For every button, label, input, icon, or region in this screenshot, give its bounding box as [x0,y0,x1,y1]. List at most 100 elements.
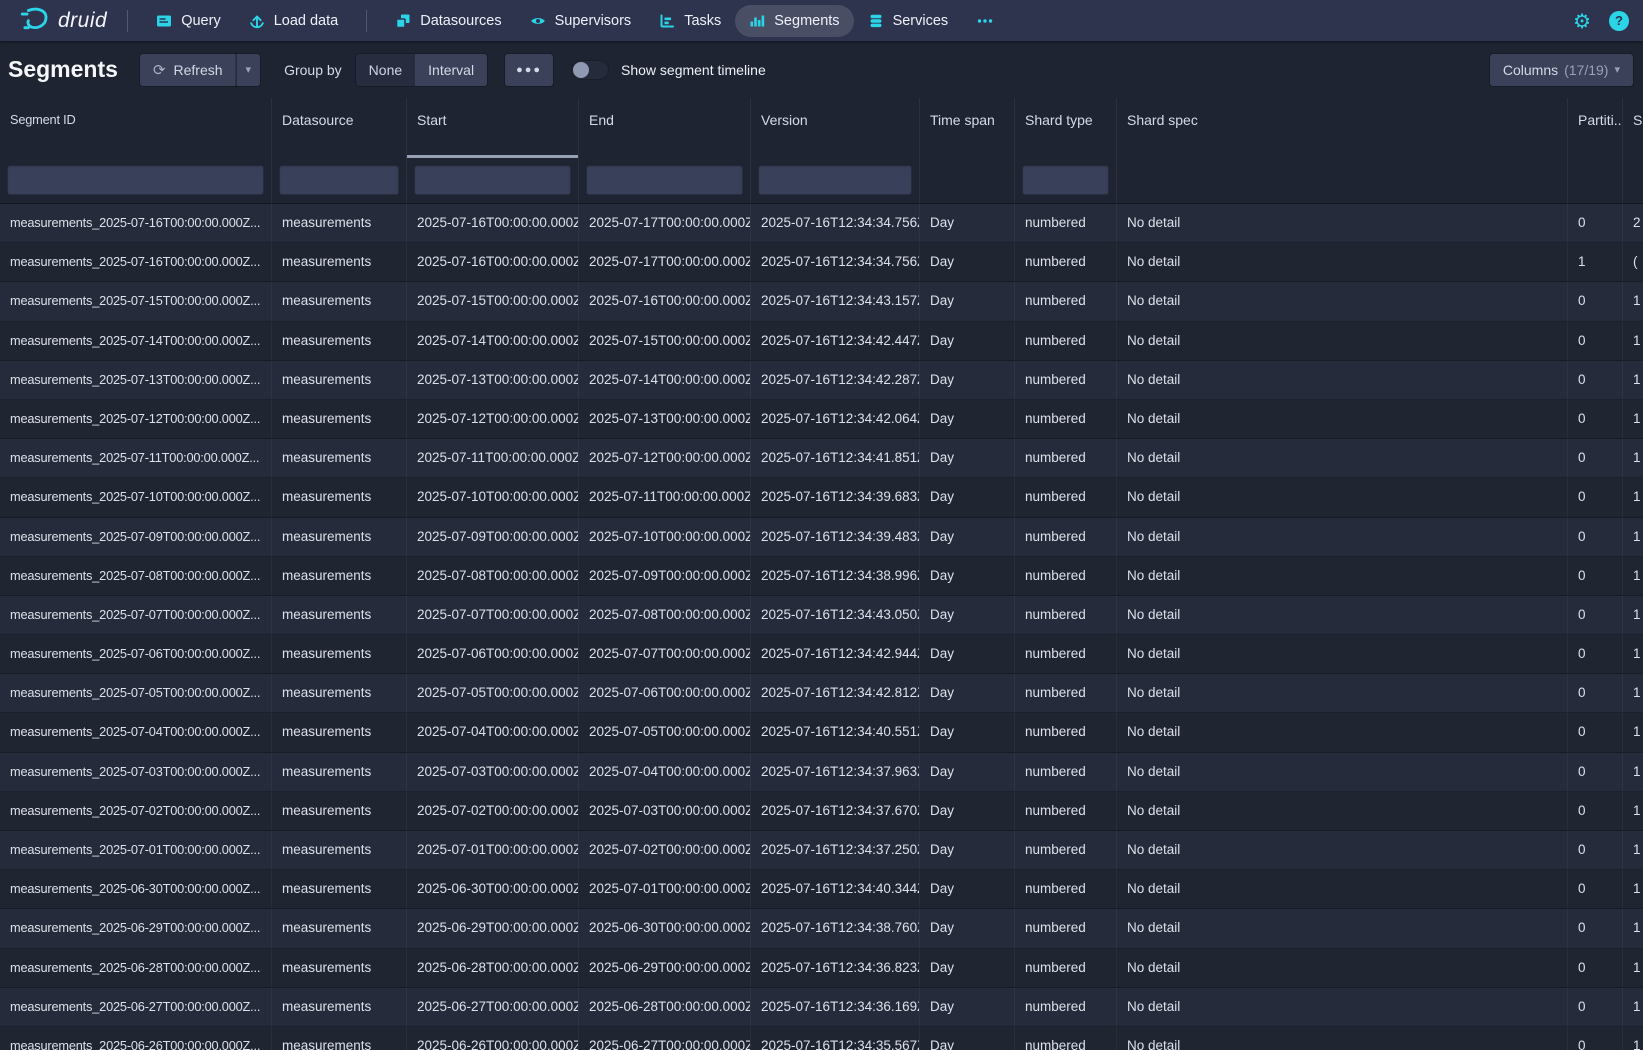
nav-more-menu[interactable] [962,5,1008,37]
column-header-partition[interactable]: Partiti... [1568,98,1623,158]
column-header-shard-type[interactable]: Shard type [1015,98,1117,158]
gear-icon[interactable]: ⚙ [1573,11,1591,31]
cell-shard-type: numbered [1015,204,1117,242]
table-row[interactable]: measurements_2025-07-16T00:00:00.000Z...… [0,204,1643,243]
cell-segment-id: measurements_2025-07-02T00:00:00.000Z... [0,792,272,830]
start-filter-input[interactable] [414,165,571,195]
services-icon [868,13,884,29]
table-row[interactable]: measurements_2025-07-12T00:00:00.000Z...… [0,400,1643,439]
cell-end: 2025-07-13T00:00:00.000Z [579,400,751,438]
cell-datasource: measurements [272,518,407,556]
version-filter-input[interactable] [758,165,912,195]
cell-datasource: measurements [272,1027,407,1050]
refresh-icon: ⟳ [153,61,166,79]
segment-timeline-toggle[interactable] [571,60,609,80]
cell-partition: 0 [1568,1027,1623,1050]
cell-shard-spec: No detail [1117,478,1568,516]
cell-time-span: Day [920,439,1015,477]
cell-shard-spec: No detail [1117,635,1568,673]
cell-shard-spec: No detail [1117,988,1568,1026]
column-header-datasource[interactable]: Datasource [272,98,407,158]
nav-item-segments[interactable]: Segments [735,5,853,37]
cell-time-span: Day [920,322,1015,360]
table-row[interactable]: measurements_2025-07-15T00:00:00.000Z...… [0,282,1643,321]
cell-end: 2025-07-12T00:00:00.000Z [579,439,751,477]
cell-shard-type: numbered [1015,518,1117,556]
cell-end: 2025-06-29T00:00:00.000Z [579,949,751,987]
column-header-segment-id[interactable]: Segment ID [0,98,272,158]
table-row[interactable]: measurements_2025-07-13T00:00:00.000Z...… [0,361,1643,400]
table-row[interactable]: measurements_2025-06-30T00:00:00.000Z...… [0,870,1643,909]
cell-size: 1 [1623,949,1643,987]
segment-id-filter-input[interactable] [7,165,264,195]
cell-partition: 0 [1568,909,1623,947]
cell-shard-type: numbered [1015,439,1117,477]
table-row[interactable]: measurements_2025-07-14T00:00:00.000Z...… [0,322,1643,361]
table-row[interactable]: measurements_2025-07-04T00:00:00.000Z...… [0,713,1643,752]
columns-picker-button[interactable]: Columns (17/19) ▾ [1490,54,1633,86]
more-options-button[interactable]: ●●● [505,54,553,86]
cell-partition: 0 [1568,674,1623,712]
cell-shard-spec: No detail [1117,282,1568,320]
datasource-filter-input[interactable] [279,165,399,195]
cell-shard-type: numbered [1015,713,1117,751]
table-row[interactable]: measurements_2025-07-01T00:00:00.000Z...… [0,831,1643,870]
table-row[interactable]: measurements_2025-07-05T00:00:00.000Z...… [0,674,1643,713]
table-row[interactable]: measurements_2025-06-29T00:00:00.000Z...… [0,909,1643,948]
cell-partition: 0 [1568,596,1623,634]
cell-size: 1 [1623,478,1643,516]
cell-datasource: measurements [272,282,407,320]
cell-shard-type: numbered [1015,557,1117,595]
table-row[interactable]: measurements_2025-07-08T00:00:00.000Z...… [0,557,1643,596]
nav-item-load-data[interactable]: Load data [235,5,353,37]
table-filter-row [0,158,1643,203]
nav-item-supervisors[interactable]: Supervisors [516,5,646,37]
nav-item-query[interactable]: Query [142,5,235,37]
column-header-shard-spec[interactable]: Shard spec [1117,98,1568,158]
cell-time-span: Day [920,713,1015,751]
column-header-version[interactable]: Version [751,98,920,158]
cell-start: 2025-06-27T00:00:00.000Z [407,988,579,1026]
table-row[interactable]: measurements_2025-06-26T00:00:00.000Z...… [0,1027,1643,1050]
table-row[interactable]: measurements_2025-07-11T00:00:00.000Z...… [0,439,1643,478]
column-header-time-span[interactable]: Time span [920,98,1015,158]
cell-time-span: Day [920,361,1015,399]
table-row[interactable]: measurements_2025-07-03T00:00:00.000Z...… [0,753,1643,792]
table-row[interactable]: measurements_2025-06-28T00:00:00.000Z...… [0,949,1643,988]
cell-version: 2025-07-16T12:34:39.483Z [751,518,920,556]
column-header-end[interactable]: End [579,98,751,158]
cell-partition: 0 [1568,792,1623,830]
druid-logo[interactable]: druid [14,4,113,37]
cell-end: 2025-07-10T00:00:00.000Z [579,518,751,556]
nav-item-tasks[interactable]: Tasks [645,5,735,37]
cell-size: 1 [1623,439,1643,477]
cell-time-span: Day [920,243,1015,281]
group-by-none-button[interactable]: None [356,54,415,86]
table-row[interactable]: measurements_2025-07-07T00:00:00.000Z...… [0,596,1643,635]
nav-item-datasources[interactable]: Datasources [381,5,515,37]
cell-partition: 0 [1568,557,1623,595]
nav-item-services[interactable]: Services [854,5,963,37]
cell-datasource: measurements [272,400,407,438]
help-icon[interactable]: ? [1609,11,1629,31]
nav-divider [366,10,367,32]
table-row[interactable]: measurements_2025-07-16T00:00:00.000Z...… [0,243,1643,282]
table-row[interactable]: measurements_2025-07-09T00:00:00.000Z...… [0,518,1643,557]
table-row[interactable]: measurements_2025-06-27T00:00:00.000Z...… [0,988,1643,1027]
refresh-caret-button[interactable]: ▾ [236,54,261,86]
cell-time-span: Day [920,557,1015,595]
column-header-size[interactable]: S [1623,98,1643,158]
table-row[interactable]: measurements_2025-07-10T00:00:00.000Z...… [0,478,1643,517]
shard-type-filter-input[interactable] [1022,165,1109,195]
end-filter-input[interactable] [586,165,743,195]
cell-partition: 0 [1568,988,1623,1026]
group-by-interval-button[interactable]: Interval [415,54,487,86]
cell-datasource: measurements [272,243,407,281]
table-row[interactable]: measurements_2025-07-02T00:00:00.000Z...… [0,792,1643,831]
query-icon [156,13,172,29]
refresh-button[interactable]: ⟳ Refresh [140,54,236,86]
table-row[interactable]: measurements_2025-07-06T00:00:00.000Z...… [0,635,1643,674]
columns-count: (17/19) [1564,62,1608,78]
nav-item-label: Segments [774,13,839,29]
column-header-start[interactable]: Start [407,98,579,158]
